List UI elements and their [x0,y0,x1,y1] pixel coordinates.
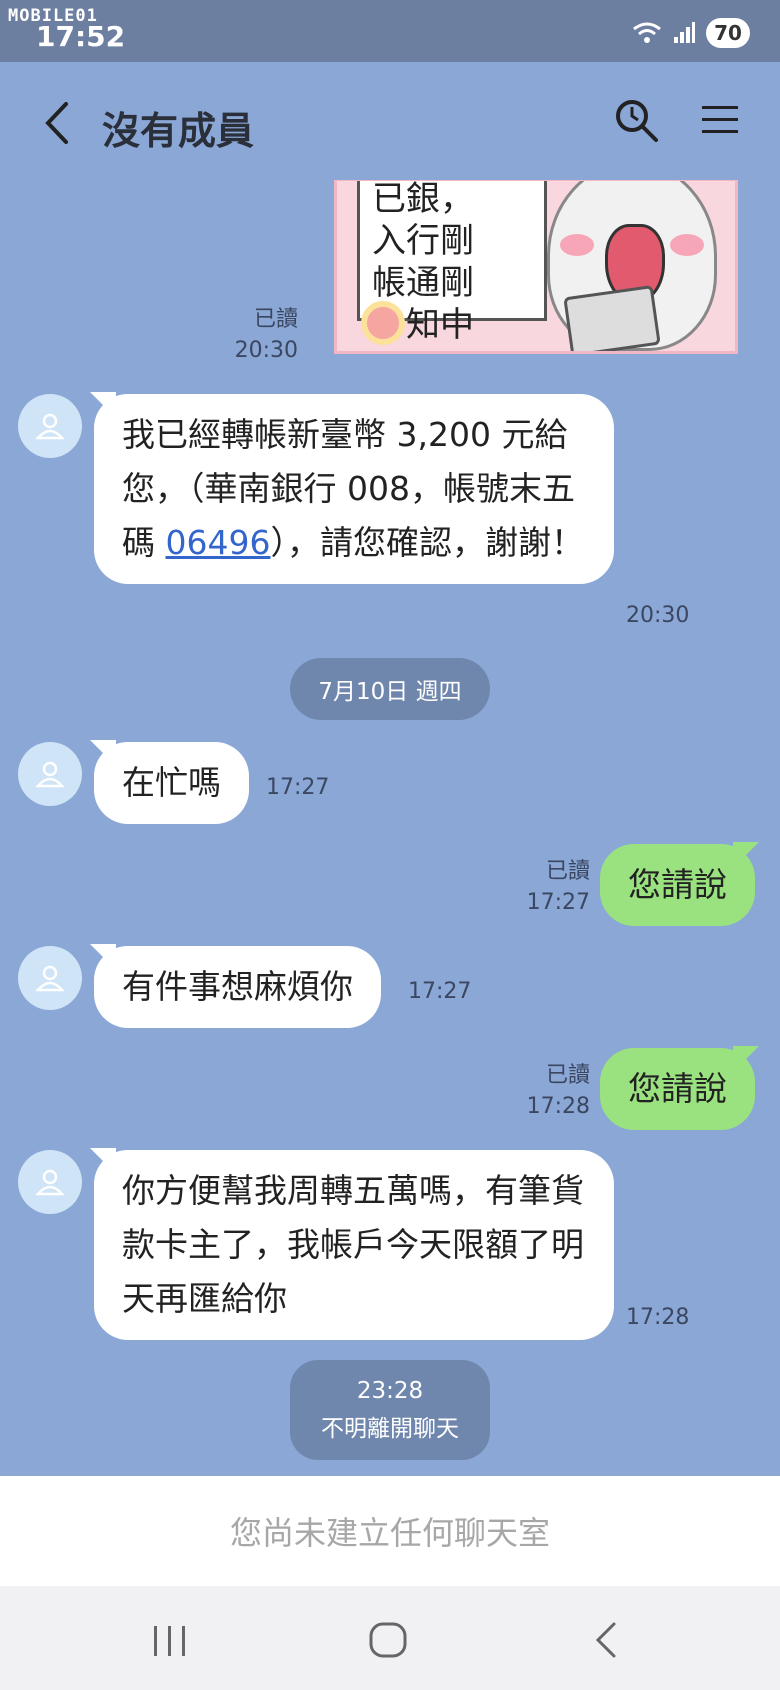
chat-header: 沒有成員 [0,62,780,180]
wifi-icon [633,22,661,43]
message-bubble[interactable]: 在忙嗎 [94,742,249,824]
recent-apps-icon[interactable] [148,1618,192,1662]
message-meta: 已讀 20:30 [226,304,298,366]
battery-indicator: 70 [706,18,750,48]
message-time: 20:30 [234,338,298,363]
search-icon[interactable] [612,96,662,146]
status-time: 17:52 [36,20,126,53]
flower-icon [361,301,405,345]
system-time: 23:28 [356,1378,424,1404]
home-icon[interactable] [366,1618,410,1662]
chat-title: 沒有成員 [102,109,255,153]
system-text: 不明離開聊天 [321,1416,459,1442]
date-separator: 7月10日 週四 [290,658,490,720]
sticker-message[interactable]: 已銀， 入行剛 帳通剛 知中 [334,180,738,354]
avatar[interactable] [18,742,82,806]
sticker-note: 已銀， 入行剛 帳通剛 知中 [357,181,547,345]
user-icon [35,1169,65,1196]
avatar[interactable] [18,1150,82,1214]
message-time: 17:27 [408,979,472,1004]
signal-icon [674,22,695,43]
avatar[interactable] [18,394,82,458]
back-nav-icon[interactable] [586,1618,630,1662]
read-receipt: 已讀 [545,859,590,884]
message-bubble[interactable]: 您請說 [600,844,755,926]
user-icon [35,413,65,440]
message-time: 17:27 [526,890,590,915]
message-bubble[interactable]: 您請說 [600,1048,755,1130]
chat-area[interactable]: 已讀 20:30 已銀， 入行剛 帳通剛 知中 我已經轉帳新臺幣 3,200 元… [0,180,780,1476]
system-nav-bar [0,1586,780,1690]
sticker-phone [563,285,661,351]
user-icon [35,965,65,992]
read-receipt: 已讀 [545,1063,590,1088]
message-bubble[interactable]: 有件事想麻煩你 [94,946,381,1028]
message-meta: 已讀 17:27 [514,856,590,918]
message-time: 20:30 [626,603,690,628]
avatar[interactable] [18,946,82,1010]
message-bubble[interactable]: 我已經轉帳新臺幣 3,200 元給您，（華南銀行 008，帳號末五碼 06496… [94,394,614,584]
message-meta: 已讀 17:28 [514,1060,590,1122]
read-receipt: 已讀 [253,307,298,332]
system-message: 23:28 不明離開聊天 [290,1360,490,1460]
status-icons: 70 [632,18,750,48]
menu-icon[interactable] [700,100,740,140]
no-chatroom-notice: 您尚未建立任何聊天室 [0,1476,780,1586]
user-icon [35,761,65,788]
status-bar: MOBILE01 17:52 70 [0,0,780,62]
account-link[interactable]: 06496 [166,523,271,562]
message-time: 17:27 [266,775,330,800]
message-time: 17:28 [626,1305,690,1330]
message-time: 17:28 [526,1094,590,1119]
chevron-left-icon[interactable] [38,98,78,148]
message-bubble[interactable]: 你方便幫我周轉五萬嗎，有筆貨款卡主了，我帳戶今天限額了明天再匯給你 [94,1150,614,1340]
